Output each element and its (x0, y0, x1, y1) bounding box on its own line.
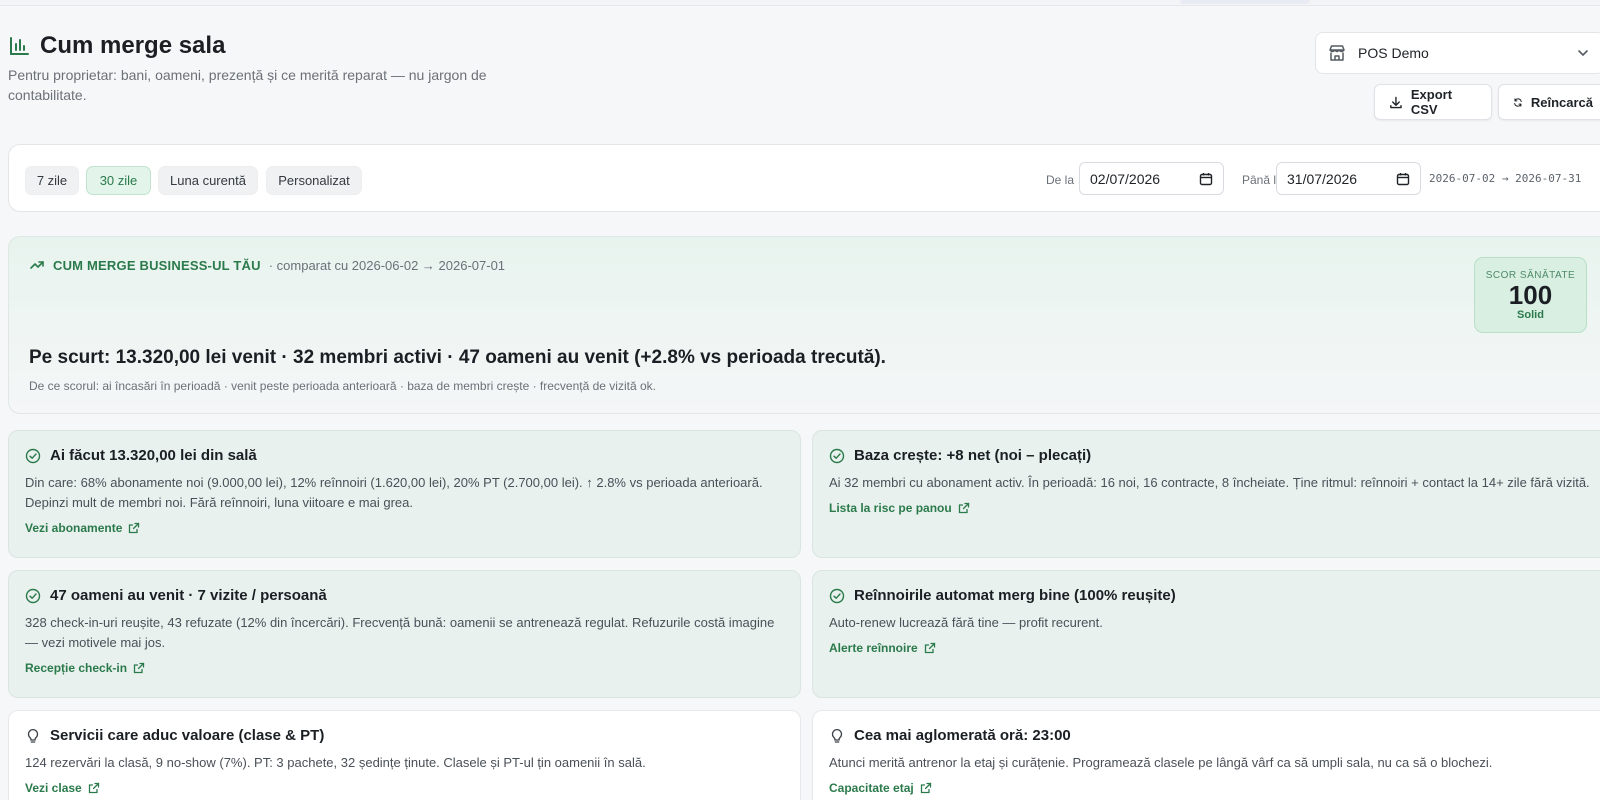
card-title-text: Ai făcut 13.320,00 lei din sală (50, 447, 257, 464)
card-link-classes[interactable]: Vezi clase (25, 781, 100, 795)
reload-label: Reîncarcă (1530, 94, 1593, 110)
check-circle-icon (829, 588, 845, 603)
card-title-text: Servicii care aduc valoare (clase & PT) (50, 727, 325, 744)
card-link-text: Vezi clase (25, 781, 82, 795)
business-summary: CUM MERGE BUSINESS-UL TĂU · comparat cu … (8, 236, 1600, 414)
filter-bar: 7 zile 30 zile Luna curentă Personalizat… (8, 144, 1600, 212)
insight-card-members: Baza crește: +8 net (noi – plecați) Ai 3… (812, 430, 1600, 558)
check-circle-icon (25, 588, 41, 603)
summary-label: CUM MERGE BUSINESS-UL TĂU (53, 257, 261, 273)
check-circle-icon (829, 448, 845, 463)
lightbulb-icon (831, 728, 843, 743)
card-title: Ai făcut 13.320,00 lei din sală (25, 447, 784, 464)
bar-chart-icon (10, 37, 29, 55)
insight-card-renewals: Reînnoirile automat merg bine (100% reuș… (812, 570, 1600, 698)
top-tab-indicator (1180, 0, 1310, 4)
card-title-text: Reînnoirile automat merg bine (100% reuș… (854, 587, 1176, 604)
from-label: De la (1046, 173, 1075, 187)
from-date-input[interactable]: 02/07/2026 (1079, 162, 1224, 195)
card-body: 328 check-in-uri reușite, 43 refuzate (1… (25, 615, 775, 650)
external-link-icon (958, 502, 969, 514)
page-title: Cum merge sala (8, 32, 225, 60)
card-link-text: Alerte reînnoire (829, 641, 918, 655)
reload-button[interactable]: Reîncarcă (1498, 84, 1600, 120)
trending-up-icon (30, 261, 44, 269)
preset-30-days[interactable]: 30 zile (86, 166, 151, 195)
health-score-badge: SCOR SĂNĂTATE 100 Solid (1474, 257, 1587, 333)
card-title: Cea mai aglomerată oră: 23:00 (829, 727, 1600, 744)
card-title-text: 47 oameni au venit · 7 vizite / persoană (50, 587, 327, 604)
card-link-renewal-alerts[interactable]: Alerte reînnoire (829, 641, 936, 655)
card-link-floor-capacity[interactable]: Capacitate etaj (829, 781, 932, 795)
to-date-input[interactable]: 31/07/2026 (1276, 162, 1421, 195)
card-link-risk-list[interactable]: Lista la risc pe panou (829, 501, 970, 515)
card-title: 47 oameni au venit · 7 vizite / persoană (25, 587, 784, 604)
insight-card-services: Servicii care aduc valoare (clase & PT) … (8, 710, 801, 800)
export-csv-button[interactable]: Export CSV (1374, 84, 1492, 120)
card-link-text: Lista la risc pe panou (829, 501, 952, 515)
pos-select[interactable]: POS Demo (1315, 32, 1600, 74)
card-link-subscriptions[interactable]: Vezi abonamente (25, 521, 140, 535)
external-link-icon (129, 522, 140, 534)
card-body: 124 rezervări la clasă, 9 no-show (7%). … (25, 755, 646, 770)
chevron-down-icon (1578, 50, 1588, 57)
card-link-checkin[interactable]: Recepție check-in (25, 661, 145, 675)
refresh-icon (1514, 97, 1522, 107)
health-score-word: Solid (1517, 309, 1544, 321)
card-title: Reînnoirile automat merg bine (100% reuș… (829, 587, 1600, 604)
card-link-text: Vezi abonamente (25, 521, 123, 535)
calendar-icon (1199, 173, 1213, 186)
page-subtitle: Pentru proprietar: bani, oameni, prezenț… (8, 67, 487, 103)
external-link-icon (920, 782, 931, 794)
card-body: Ai 32 membri cu abonament activ. În peri… (829, 475, 1590, 490)
to-date-value: 31/07/2026 (1287, 170, 1358, 187)
card-title-text: Baza crește: +8 net (noi – plecați) (854, 447, 1092, 464)
card-body: Auto-renew lucrează fără tine — profit r… (829, 615, 1103, 630)
check-circle-icon (25, 448, 41, 463)
health-score-value: 100 (1508, 280, 1553, 310)
insight-card-revenue: Ai făcut 13.320,00 lei din sală Din care… (8, 430, 801, 558)
calendar-icon (1396, 173, 1410, 186)
store-icon (1329, 45, 1345, 61)
download-icon (1390, 96, 1402, 108)
card-body: Atunci merită antrenor la etaj și curățe… (829, 755, 1493, 770)
range-readout: 2026-07-02 → 2026-07-31 (1429, 172, 1582, 185)
page-title-text: Cum merge sala (40, 32, 226, 59)
summary-header: CUM MERGE BUSINESS-UL TĂU · comparat cu … (29, 257, 505, 273)
card-body: Din care: 68% abonamente noi (9.000,00 l… (25, 475, 763, 510)
from-date-value: 02/07/2026 (1090, 170, 1161, 187)
external-link-icon (924, 642, 935, 654)
top-bar (0, 0, 1600, 6)
lightbulb-icon (27, 728, 39, 743)
preset-custom[interactable]: Personalizat (266, 166, 362, 195)
card-link-text: Recepție check-in (25, 661, 128, 675)
card-title: Servicii care aduc valoare (clase & PT) (25, 727, 784, 744)
card-title: Baza crește: +8 net (noi – plecați) (829, 447, 1600, 464)
preset-current-month[interactable]: Luna curentă (158, 166, 258, 195)
summary-main: Pe scurt: 13.320,00 lei venit · 32 membr… (29, 347, 886, 368)
card-link-text: Capacitate etaj (829, 781, 914, 795)
external-link-icon (133, 662, 145, 674)
external-link-icon (88, 782, 99, 794)
summary-reason: De ce scorul: ai încasări în perioadă · … (29, 379, 656, 393)
insight-card-visits: 47 oameni au venit · 7 vizite / persoană… (8, 570, 801, 698)
export-csv-label: Export CSV (1410, 87, 1453, 117)
card-title-text: Cea mai aglomerată oră: 23:00 (854, 727, 1071, 744)
insight-card-peak-hour: Cea mai aglomerată oră: 23:00 Atunci mer… (812, 710, 1600, 800)
pos-select-value: POS Demo (1358, 45, 1429, 61)
summary-compare: · comparat cu 2026-06-02 → 2026-07-01 (268, 257, 506, 273)
preset-7-days[interactable]: 7 zile (25, 166, 79, 195)
